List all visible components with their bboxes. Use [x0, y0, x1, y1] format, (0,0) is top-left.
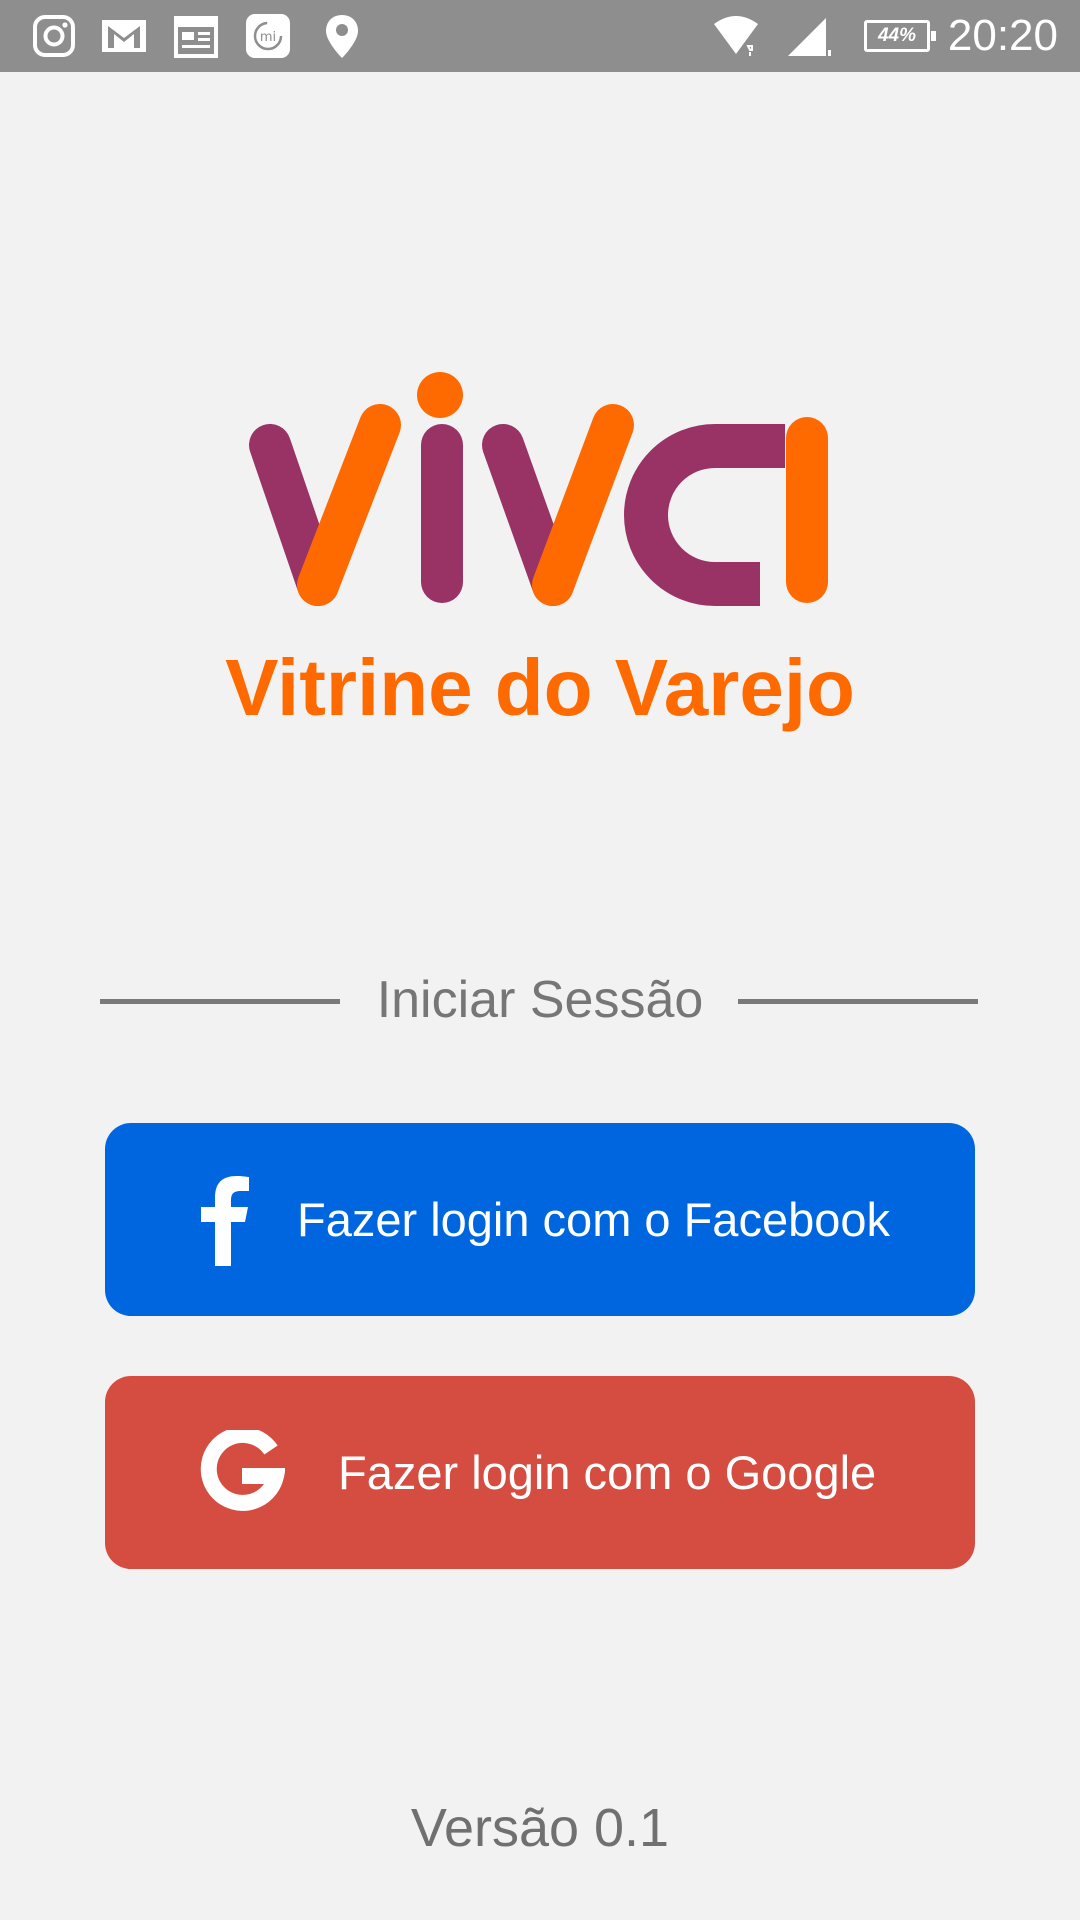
divider-right: [738, 999, 978, 1004]
mi-icon: mi: [244, 12, 292, 60]
facebook-login-button[interactable]: Fazer login com o Facebook: [105, 1123, 975, 1316]
battery-icon: 44%: [864, 20, 936, 52]
version-label: Versão 0.1: [410, 1798, 670, 1858]
status-bar: mi 44% 20:20: [0, 0, 1080, 72]
google-icon: [199, 1426, 286, 1516]
svg-text:mi: mi: [260, 30, 276, 45]
tagline: Vitrine do Varejo: [225, 643, 855, 732]
viva-logo: [240, 360, 840, 630]
calendar-icon: [172, 12, 220, 60]
wifi-icon: [712, 12, 760, 60]
gmail-icon: [100, 12, 148, 60]
facebook-button-label: Fazer login com o Facebook: [297, 1193, 891, 1246]
login-section-header: Iniciar Sessão: [100, 965, 980, 1035]
clock: 20:20: [947, 11, 1058, 60]
facebook-icon: [191, 1174, 261, 1266]
google-button-label: Fazer login com o Google: [338, 1446, 877, 1499]
instagram-icon: [30, 12, 78, 60]
google-login-button[interactable]: Fazer login com o Google: [105, 1376, 975, 1569]
battery-level: 44%: [877, 25, 917, 46]
signal-icon: [784, 12, 832, 60]
location-icon: [318, 12, 366, 60]
